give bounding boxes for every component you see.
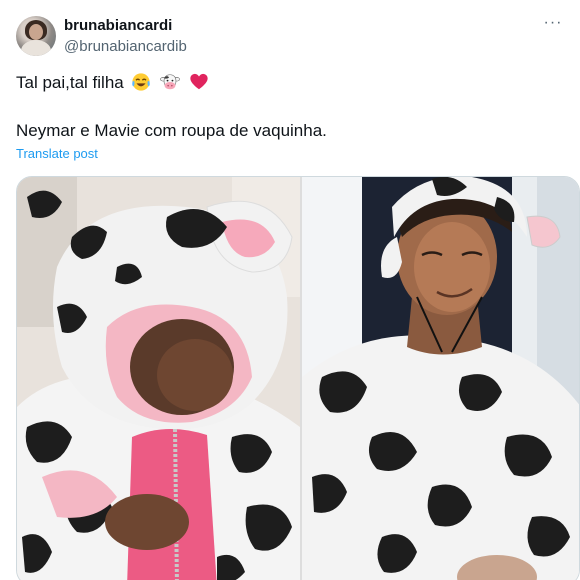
post-header: brunabiancardi @brunabiancardib ··· [16,14,568,58]
author-avatar[interactable] [16,16,56,56]
post-text-1: Tal pai,tal filha [16,73,124,92]
author-names: brunabiancardi @brunabiancardib [64,16,187,56]
more-options-icon[interactable]: ··· [540,14,566,36]
post-text-line-1: Tal pai,tal filha [16,72,210,94]
red-heart-icon [190,73,208,90]
author-display-name[interactable]: brunabiancardi [64,16,187,35]
post-text-line-2: Neymar e Mavie com roupa de vaquinha. [16,121,327,140]
cow-face-icon [160,74,181,90]
author-handle[interactable]: @brunabiancardib [64,37,187,56]
photo-baby-cow-costume[interactable] [17,177,300,580]
post-media-grid[interactable] [16,176,580,580]
photo-man-cow-costume[interactable] [302,177,579,580]
face-with-tears-of-joy-icon [132,73,151,91]
translate-post-link[interactable]: Translate post [16,146,98,161]
